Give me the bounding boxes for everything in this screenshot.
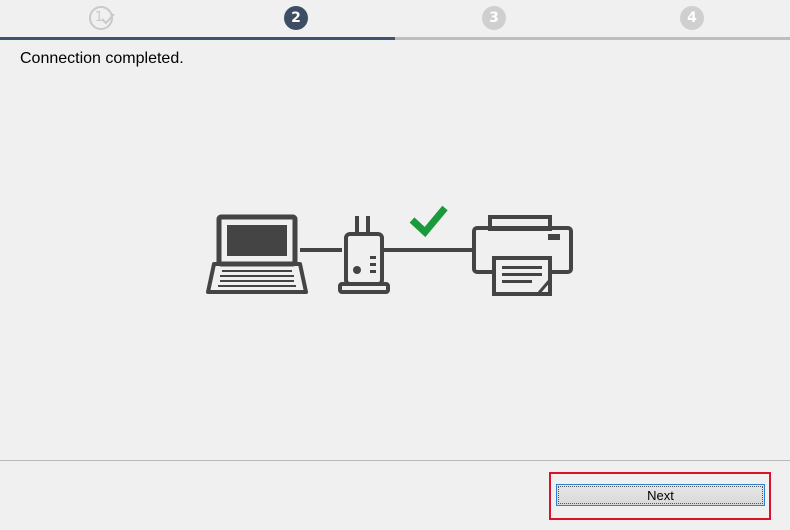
step-done-check-icon [101,13,115,25]
progress-track-completed [0,37,395,40]
status-message: Connection completed. [20,50,184,67]
step-4-label: 4 [687,10,697,26]
checkmark-icon [409,205,448,238]
router-icon [338,216,390,294]
step-3-label: 3 [489,10,499,26]
step-4-pending: 4 [680,6,704,30]
connection-diagram [206,205,573,296]
step-2-label: 2 [291,10,301,26]
laptop-icon [206,214,308,294]
step-indicator: 1 2 3 4 [0,0,790,40]
printer-icon [472,215,573,296]
next-button[interactable]: Next [556,484,765,506]
step-2-current: 2 [284,6,308,30]
footer-divider [0,460,790,461]
progress-track-remaining [395,37,790,40]
step-3-pending: 3 [482,6,506,30]
